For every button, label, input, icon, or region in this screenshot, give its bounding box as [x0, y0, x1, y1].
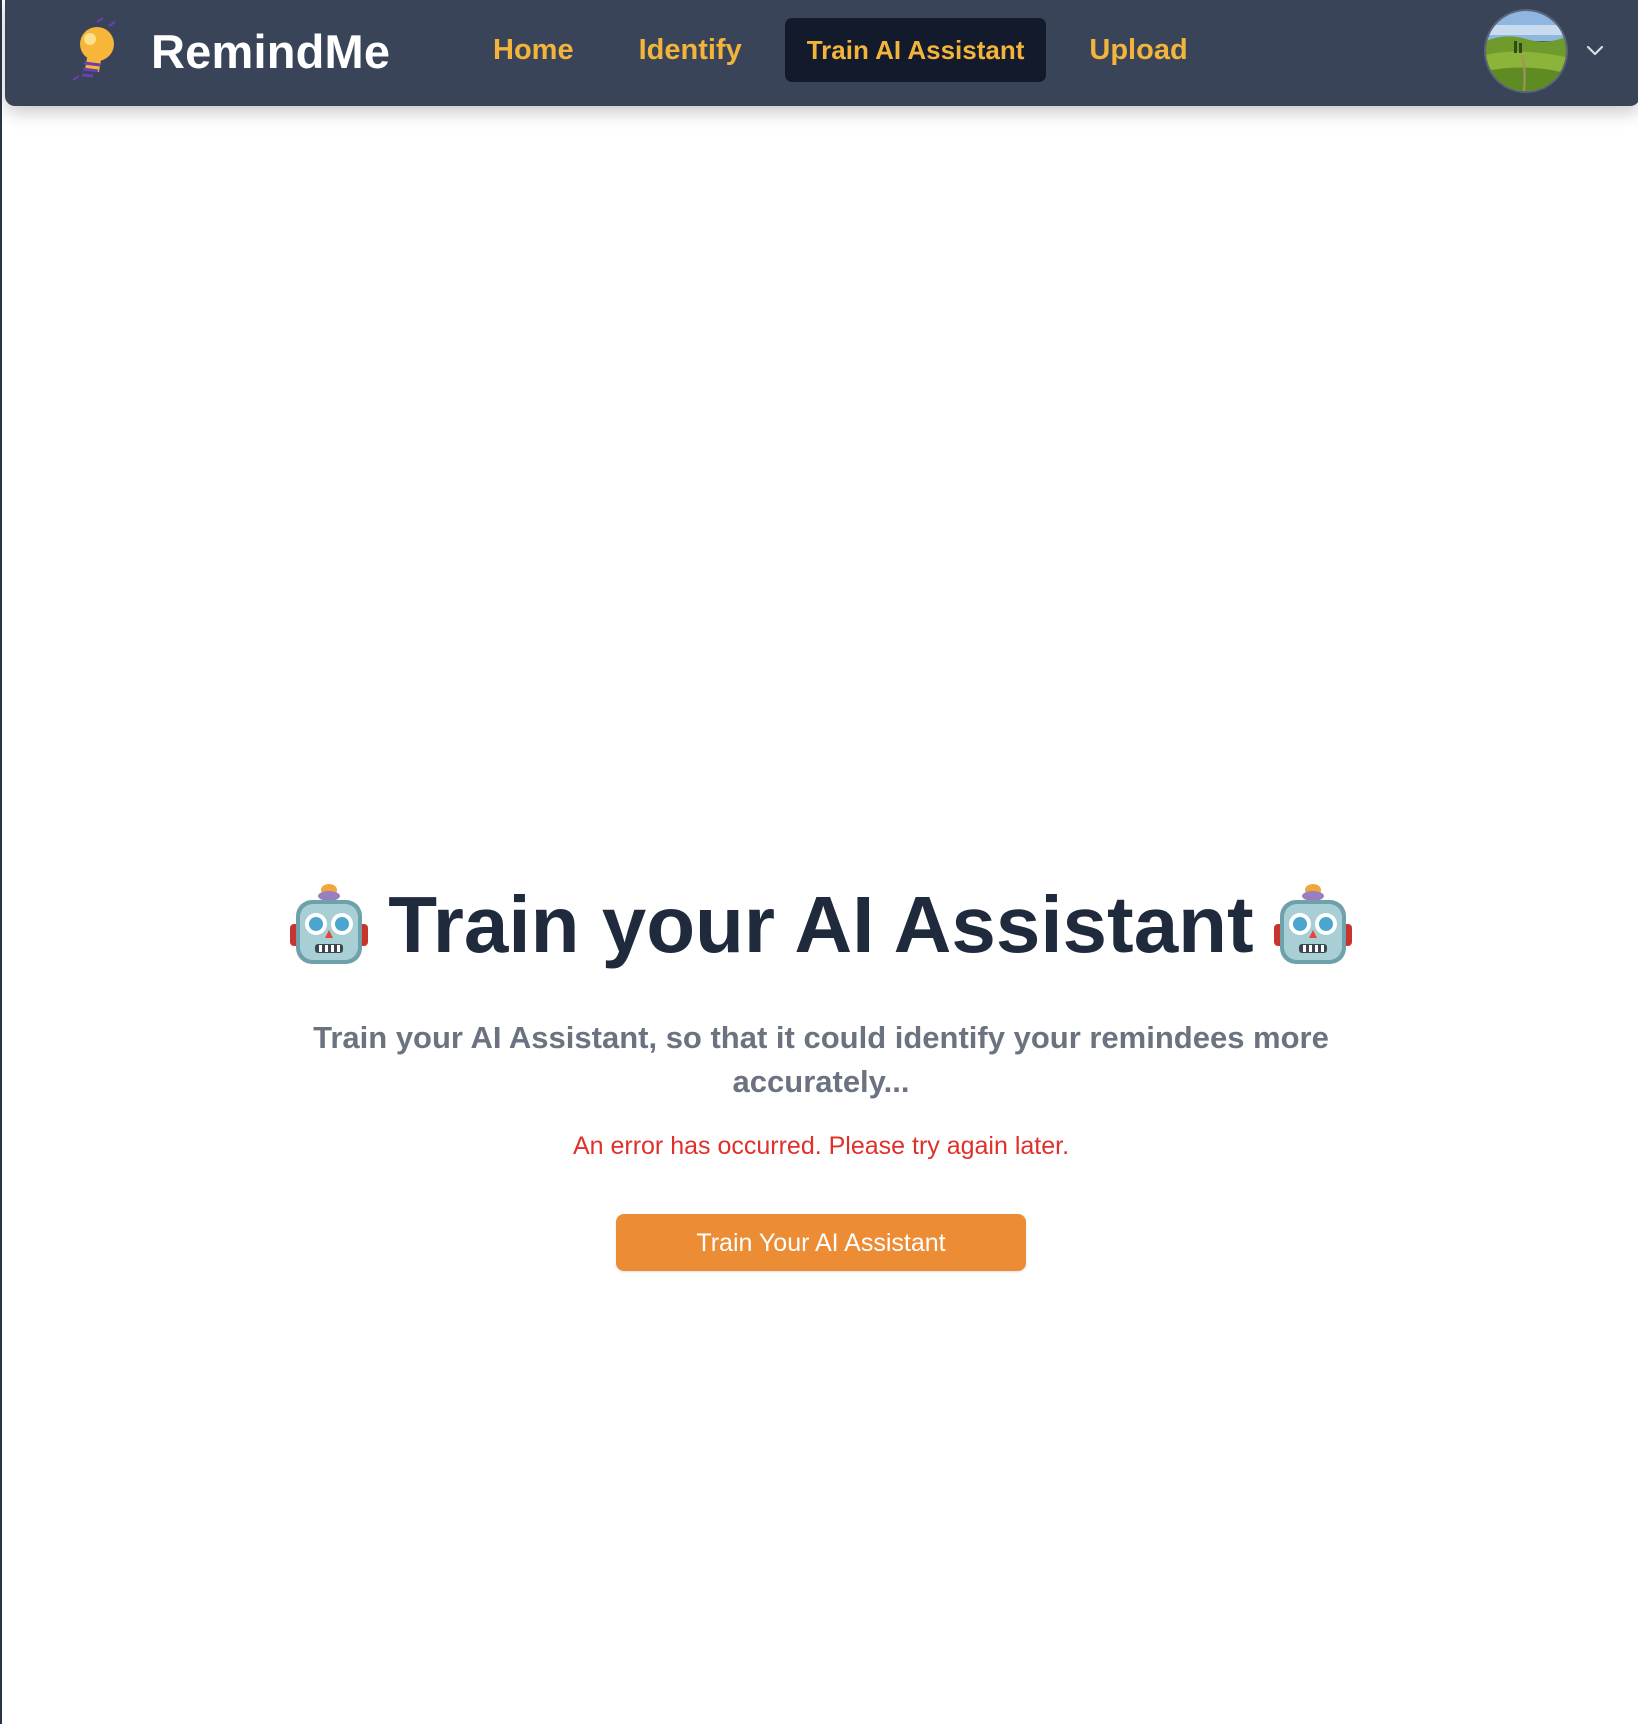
- page-title-row: Train your AI Assistant: [2, 870, 1638, 980]
- nav-item-identify[interactable]: Identify: [617, 18, 764, 82]
- user-menu[interactable]: [1484, 7, 1604, 95]
- train-ai-assistant-button[interactable]: Train Your AI Assistant: [616, 1214, 1026, 1271]
- avatar[interactable]: [1484, 9, 1568, 93]
- brand-link[interactable]: RemindMe: [63, 18, 390, 84]
- nav-item-home[interactable]: Home: [471, 18, 596, 82]
- robot-icon: [290, 884, 369, 964]
- chevron-down-icon[interactable]: [1586, 45, 1604, 57]
- nav-links: Home Identify Train AI Assistant Upload: [471, 18, 1231, 82]
- hero-section: Train your AI Assistant Train your AI As…: [2, 870, 1638, 1271]
- page-subtitle: Train your AI Assistant, so that it coul…: [313, 1020, 1329, 1099]
- robot-icon: [1273, 884, 1352, 964]
- nav-item-upload[interactable]: Upload: [1067, 18, 1209, 82]
- brand-name: RemindMe: [151, 24, 391, 78]
- navbar: RemindMe Home Identify Train AI Assistan…: [5, 0, 1638, 106]
- lightbulb-icon: [72, 18, 116, 81]
- nav-item-train-ai-assistant[interactable]: Train AI Assistant: [784, 18, 1047, 82]
- page-title: Train your AI Assistant: [388, 880, 1254, 969]
- avatar-landscape-image: [1486, 11, 1566, 91]
- error-message: An error has occurred. Please try again …: [572, 1132, 1070, 1160]
- page: RemindMe Home Identify Train AI Assistan…: [0, 0, 1638, 1724]
